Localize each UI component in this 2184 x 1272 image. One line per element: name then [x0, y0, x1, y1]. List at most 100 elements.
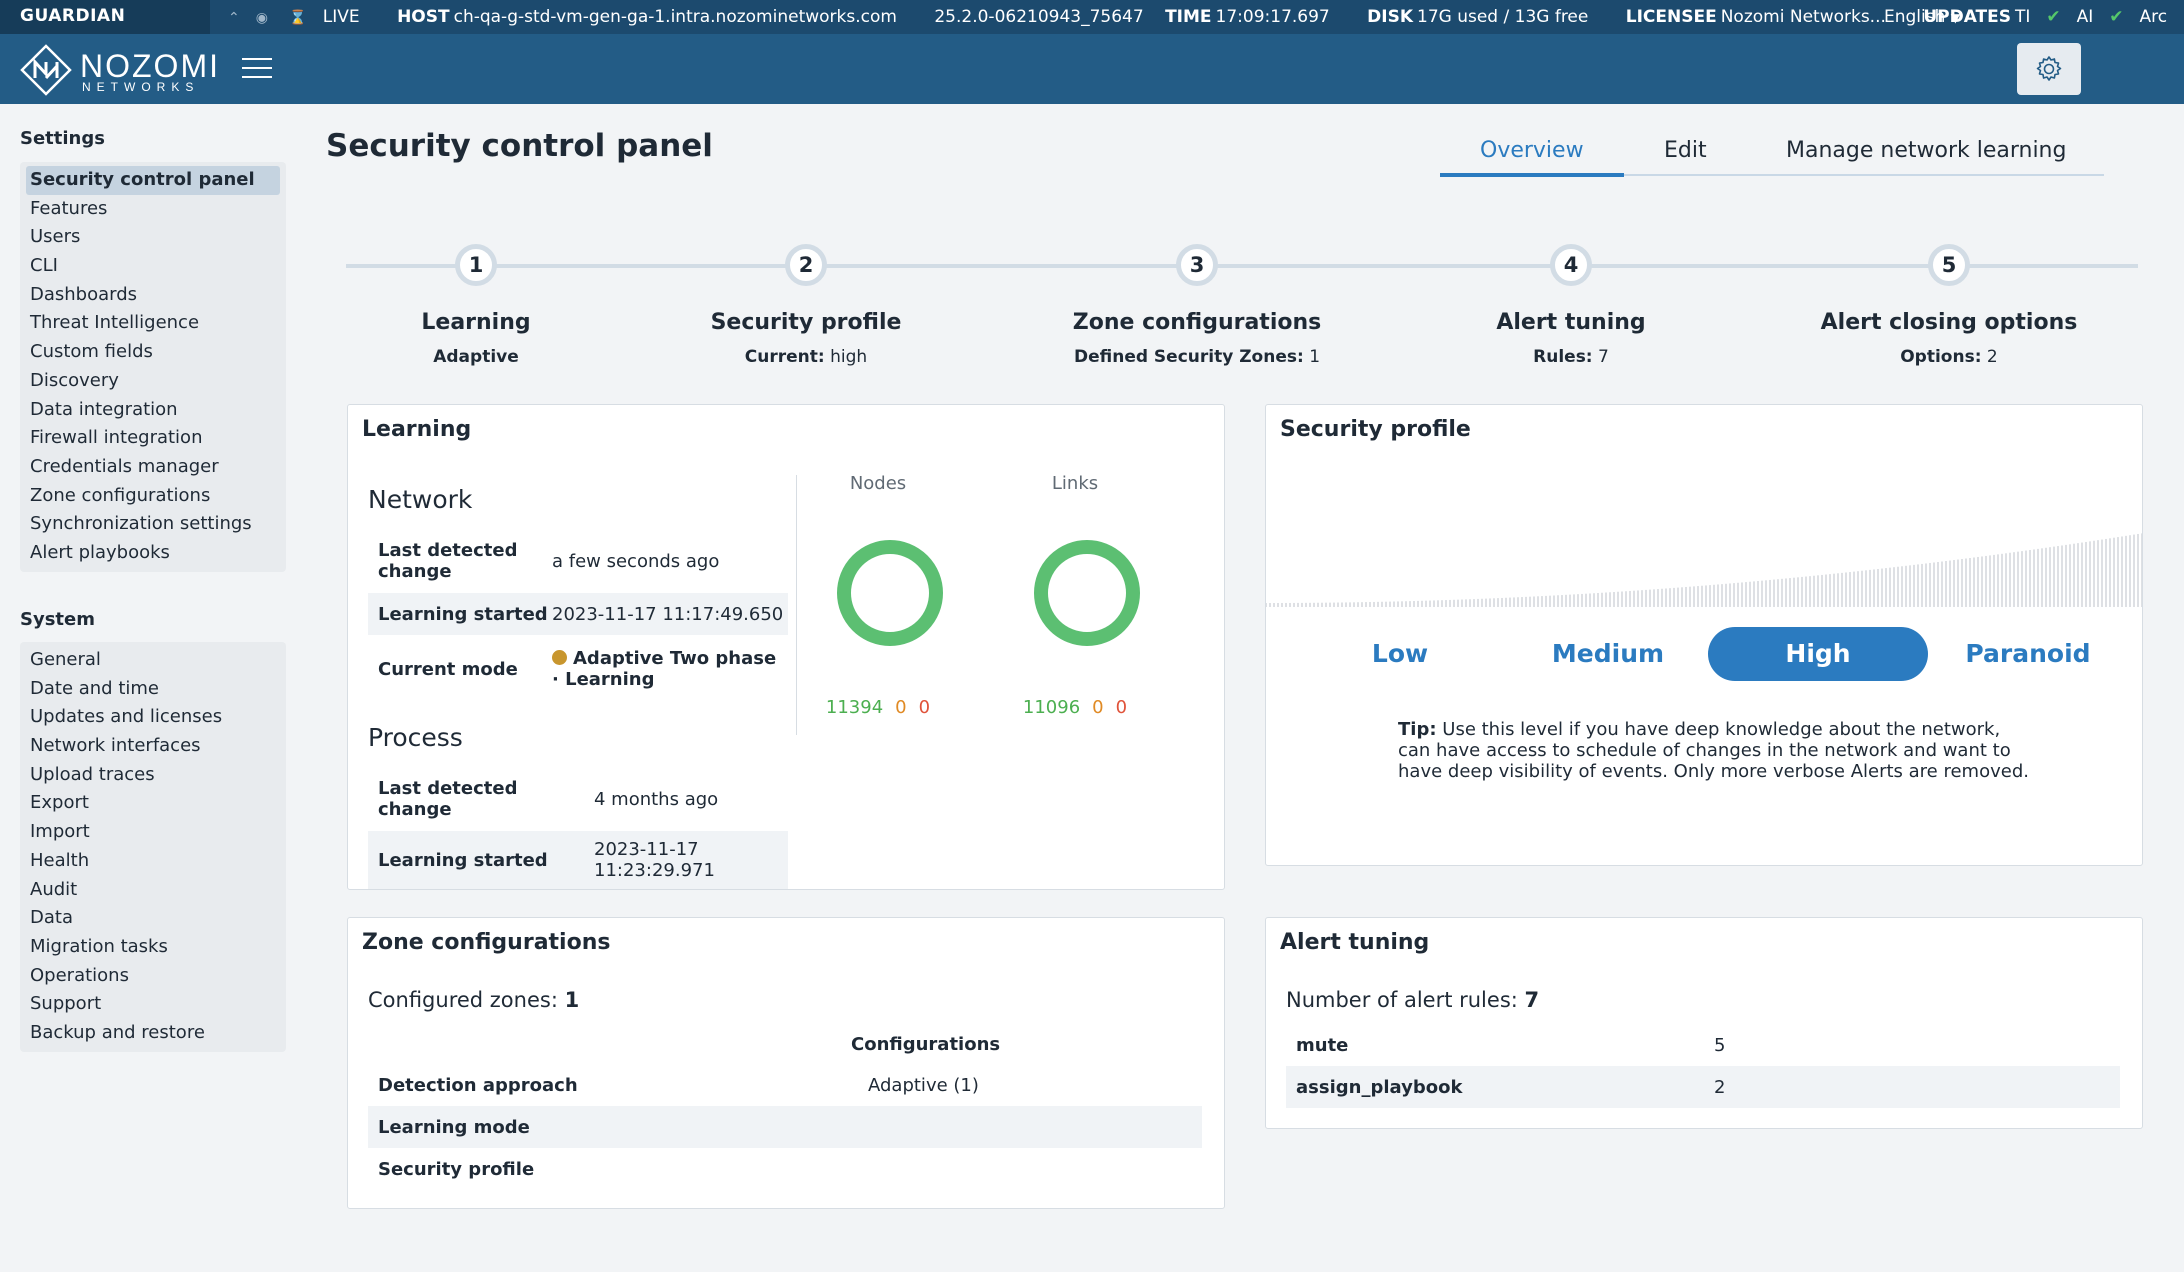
active-tab-indicator [1440, 173, 1624, 177]
zone-row-learning-mode: Learning mode [368, 1106, 1202, 1148]
section-divider [796, 475, 797, 735]
caret-down-icon: ▼ [1950, 11, 1961, 25]
step-name: Alert closing options [1820, 310, 2078, 335]
page-title: Security control panel [326, 128, 713, 164]
card-title: Zone configurations [362, 930, 611, 955]
sidebar-item-date-and-time[interactable]: Date and time [26, 675, 280, 704]
alert-tuning-card: Alert tuning Number of alert rules: 7 mu… [1265, 917, 2143, 1129]
gear-icon [2036, 56, 2062, 81]
step-name: Security profile [710, 310, 902, 335]
sidebar-item-support[interactable]: Support [26, 990, 280, 1019]
sidebar-item-export[interactable]: Export [26, 789, 280, 818]
learning-card: Learning Network Last detected change a … [347, 404, 1225, 890]
sidebar-item-dashboards[interactable]: Dashboards [26, 281, 280, 310]
zone-row-security-profile: Security profile [378, 1158, 535, 1180]
sidebar-item-network-interfaces[interactable]: Network interfaces [26, 732, 280, 761]
sidebar-item-alert-playbooks[interactable]: Alert playbooks [26, 539, 280, 568]
sidebar-item-custom-fields[interactable]: Custom fields [26, 338, 280, 367]
step-security-profile[interactable]: 2 Security profile Current: high [656, 244, 956, 367]
progress-stepper: 1 Learning Adaptive 2 Security profile C… [346, 244, 2138, 374]
step-number: 1 [455, 244, 497, 286]
settings-menu: Security control panel Features Users CLI Da… [20, 162, 286, 572]
language-select[interactable]: English ▼ [1884, 7, 1960, 27]
nodes-donut-chart[interactable] [836, 539, 944, 647]
step-detail-value: high [830, 347, 868, 367]
links-donut-chart[interactable] [1033, 539, 1141, 647]
product-name: GUARDIAN [0, 0, 210, 34]
sidebar-item-updates-and-licenses[interactable]: Updates and licenses [26, 703, 280, 732]
sidebar-item-threat-intelligence[interactable]: Threat Intelligence [26, 309, 280, 338]
mode-status-dot [552, 650, 567, 665]
sidebar-item-data-integration[interactable]: Data integration [26, 396, 280, 425]
network-last-change-row: Last detected change a few seconds ago [378, 540, 720, 582]
sidebar-item-data[interactable]: Data [26, 904, 280, 933]
links-label: Links [1051, 473, 1099, 494]
host-info: HOST ch-qa-g-std-vm-gen-ga-1.intra.nozomi… [397, 7, 897, 27]
security-profile-card: Security profile Low Medium High Paranoi… [1265, 404, 2143, 866]
licensee-info: LICENSEE Nozomi Networks... [1625, 7, 1886, 27]
check-icon: ✔ [2046, 7, 2061, 27]
process-last-change-row: Last detected change 4 months ago [378, 778, 719, 820]
sidebar-item-users[interactable]: Users [26, 223, 280, 252]
step-alert-closing-options[interactable]: 5 Alert closing options Options: 2 [1799, 244, 2099, 367]
time-info: TIME 17:09:17.697 [1165, 7, 1330, 27]
sidebar-item-health[interactable]: Health [26, 847, 280, 876]
sidebar-item-operations[interactable]: Operations [26, 962, 280, 991]
level-high-button[interactable]: High [1708, 627, 1928, 681]
process-section-title: Process [368, 723, 463, 752]
level-paranoid-button[interactable]: Paranoid [1918, 627, 2138, 681]
menu-toggle-icon[interactable] [242, 58, 272, 80]
alert-rules-count: Number of alert rules: 7 [1286, 988, 1540, 1012]
level-slider-track[interactable] [1266, 525, 2143, 607]
sidebar-item-discovery[interactable]: Discovery [26, 367, 280, 396]
sidebar-item-upload-traces[interactable]: Upload traces [26, 761, 280, 790]
sidebar-item-backup-and-restore[interactable]: Backup and restore [26, 1019, 280, 1048]
card-title: Alert tuning [1280, 930, 1430, 955]
network-section-title: Network [368, 485, 473, 514]
tab-manage-network-learning[interactable]: Manage network learning [1786, 138, 2066, 163]
eye-icon[interactable]: ◉ [256, 10, 268, 26]
step-detail-label: Defined Security Zones: [1073, 347, 1304, 367]
step-zone-configurations[interactable]: 3 Zone configurations Defined Security Z… [1047, 244, 1347, 367]
configurations-header: Configurations [851, 1034, 1001, 1055]
status-bar: GUARDIAN ⌃ ◉ ⌛ LIVE HOST ch-qa-g-std-vm-gen… [0, 0, 2184, 34]
step-detail: Adaptive [433, 347, 519, 367]
card-title: Learning [362, 417, 472, 442]
level-low-button[interactable]: Low [1290, 627, 1510, 681]
network-current-mode-row: Current mode Adaptive Two phase · Learni… [378, 648, 777, 690]
step-learning[interactable]: 1 Learning Adaptive [326, 244, 626, 367]
sidebar-item-general[interactable]: General [26, 646, 280, 675]
settings-button[interactable] [2017, 43, 2081, 95]
sidebar-item-features[interactable]: Features [26, 195, 280, 224]
sidebar-item-cli[interactable]: CLI [26, 252, 280, 281]
sidebar-item-firewall-integration[interactable]: Firewall integration [26, 424, 280, 453]
app-header: NOZOMI NETWORKS [0, 34, 2184, 104]
step-detail-value: 1 [1309, 347, 1321, 367]
process-learning-started-row: Learning started 2023-11-17 11:23:29.971 [368, 831, 788, 889]
links-counts: 11096 0 0 [1022, 697, 1128, 718]
step-name: Learning [421, 310, 531, 335]
chevron-up-icon[interactable]: ⌃ [228, 10, 240, 26]
zone-row-detection-approach: Detection approach Adaptive (1) [378, 1074, 979, 1096]
sidebar-item-zone-configurations[interactable]: Zone configurations [26, 482, 280, 511]
step-detail-label: Options: [1900, 347, 1982, 367]
sidebar-item-import[interactable]: Import [26, 818, 280, 847]
alert-rule-row: mute 5 [1296, 1034, 1726, 1056]
sidebar-item-synchronization-settings[interactable]: Synchronization settings [26, 510, 280, 539]
sidebar-item-credentials-manager[interactable]: Credentials manager [26, 453, 280, 482]
sidebar-item-audit[interactable]: Audit [26, 876, 280, 905]
tab-overview[interactable]: Overview [1480, 138, 1584, 163]
nodes-label: Nodes [849, 473, 907, 494]
sidebar-item-security-control-panel[interactable]: Security control panel [26, 166, 280, 195]
sidebar-item-migration-tasks[interactable]: Migration tasks [26, 933, 280, 962]
card-title: Security profile [1280, 417, 1471, 442]
step-alert-tuning[interactable]: 4 Alert tuning Rules: 7 [1421, 244, 1721, 367]
tab-edit[interactable]: Edit [1664, 138, 1707, 163]
live-indicator: ⌛ LIVE [289, 7, 360, 27]
step-detail-label: Rules: [1533, 347, 1593, 367]
step-detail-value: 7 [1598, 347, 1609, 367]
nozomi-logo[interactable]: NOZOMI NETWORKS [20, 42, 218, 96]
step-detail-label: Current: [744, 347, 825, 367]
level-medium-button[interactable]: Medium [1498, 627, 1718, 681]
step-number: 2 [785, 244, 827, 286]
